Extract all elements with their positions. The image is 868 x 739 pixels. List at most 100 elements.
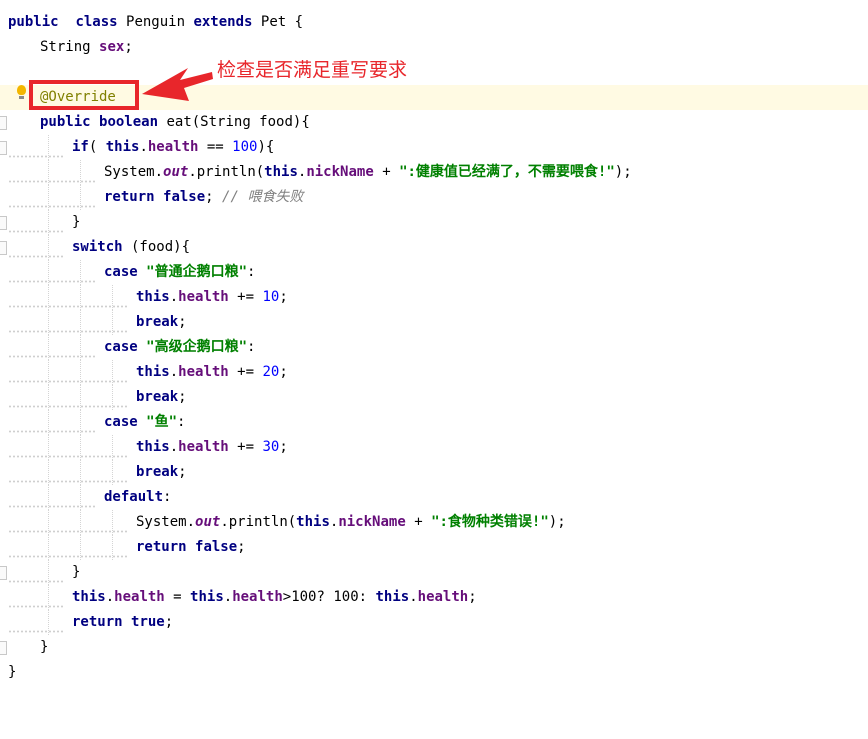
code-token: 20 — [262, 364, 280, 380]
code-token: this — [375, 589, 410, 605]
code-token: break — [136, 314, 179, 330]
code-line[interactable]: break; — [0, 385, 868, 410]
code-token: = — [164, 589, 191, 605]
code-token: break — [136, 464, 179, 480]
code-text: break; — [136, 385, 187, 410]
code-token: switch — [72, 239, 123, 255]
code-token: sex — [99, 39, 125, 55]
fold-marker-icon[interactable] — [0, 641, 7, 655]
code-line[interactable]: break; — [0, 460, 868, 485]
code-editor[interactable]: public class Penguin extends Pet {String… — [0, 0, 868, 739]
code-token: false — [163, 189, 206, 205]
code-token: += — [228, 289, 263, 305]
code-line[interactable]: this.health += 30; — [0, 435, 868, 460]
code-token: } — [40, 639, 49, 655]
code-text: case "高级企鹅口粮": — [104, 335, 255, 360]
code-text: System.out.println(this.nickName + ":食物种… — [136, 510, 566, 535]
code-text: this.health += 20; — [136, 360, 288, 385]
code-token: eat(String food){ — [158, 114, 310, 130]
code-token: ; — [178, 464, 187, 480]
fold-marker-icon[interactable] — [0, 116, 7, 130]
code-token: Pet { — [252, 14, 304, 30]
code-text: public class Penguin extends Pet { — [8, 10, 303, 35]
code-token: ){ — [257, 139, 275, 155]
code-line[interactable]: this.health = this.health>100? 100: this… — [0, 585, 868, 610]
code-token: System. — [136, 514, 196, 530]
code-line[interactable]: } — [0, 560, 868, 585]
code-line[interactable]: this.health += 10; — [0, 285, 868, 310]
code-token: . — [105, 589, 115, 605]
code-token: health — [178, 364, 229, 380]
code-line[interactable]: System.out.println(this.nickName + ":食物种… — [0, 510, 868, 535]
fold-marker-icon[interactable] — [0, 216, 7, 230]
code-token: true — [131, 614, 165, 630]
code-token: "鱼" — [146, 414, 178, 430]
code-token: ":食物种类错误!" — [431, 514, 549, 530]
whitespace-marker — [8, 305, 128, 308]
code-token: this — [190, 589, 224, 605]
code-line[interactable]: public boolean eat(String food){ — [0, 110, 868, 135]
code-line[interactable]: System.out.println(this.nickName + ":健康值… — [0, 160, 868, 185]
code-line[interactable]: break; — [0, 310, 868, 335]
whitespace-marker — [8, 380, 128, 383]
code-line[interactable]: } — [0, 635, 868, 660]
code-token: ; — [164, 614, 174, 630]
fold-marker-icon[interactable] — [0, 141, 7, 155]
code-line[interactable]: } — [0, 660, 868, 685]
whitespace-marker — [8, 205, 96, 208]
code-token: . — [223, 589, 233, 605]
code-token: if — [72, 139, 89, 155]
code-line[interactable]: return true; — [0, 610, 868, 635]
code-text: } — [8, 660, 16, 685]
code-token: += — [228, 364, 263, 380]
whitespace-marker — [8, 530, 128, 533]
code-token: health — [232, 589, 283, 605]
code-token: ; — [124, 39, 133, 55]
code-token: return — [136, 539, 187, 555]
code-text: switch (food){ — [72, 235, 190, 260]
code-text: this.health = this.health>100? 100: this… — [72, 585, 477, 610]
whitespace-marker — [8, 330, 128, 333]
code-token: // 喂食失败 — [222, 189, 304, 205]
code-line[interactable]: switch (food){ — [0, 235, 868, 260]
code-line[interactable]: case "鱼": — [0, 410, 868, 435]
code-token: String — [40, 39, 100, 55]
whitespace-marker — [8, 155, 64, 158]
code-token: 10 — [262, 289, 280, 305]
code-text: return false; — [136, 535, 246, 560]
code-text: System.out.println(this.nickName + ":健康值… — [104, 160, 632, 185]
code-token: this — [136, 289, 170, 305]
code-token: public — [8, 14, 59, 30]
whitespace-marker — [8, 630, 64, 633]
code-line[interactable]: } — [0, 210, 868, 235]
code-token: } — [72, 564, 81, 580]
code-line[interactable]: if( this.health == 100){ — [0, 135, 868, 160]
code-text: String sex; — [40, 35, 133, 60]
code-line[interactable]: default: — [0, 485, 868, 510]
whitespace-marker — [8, 230, 64, 233]
fold-marker-icon[interactable] — [0, 241, 7, 255]
code-line[interactable]: return false; — [0, 535, 868, 560]
code-token: ":健康值已经满了，不需要喂食!" — [399, 164, 615, 180]
code-token: ); — [614, 164, 632, 180]
code-token: case — [104, 339, 138, 355]
code-line[interactable]: public class Penguin extends Pet { — [0, 10, 868, 35]
code-line[interactable]: case "高级企鹅口粮": — [0, 335, 868, 360]
fold-marker-icon[interactable] — [0, 566, 7, 580]
code-line[interactable]: case "普通企鹅口粮": — [0, 260, 868, 285]
code-line[interactable]: this.health += 20; — [0, 360, 868, 385]
code-token: health — [178, 289, 229, 305]
code-token: this — [136, 364, 170, 380]
code-line[interactable]: return false; // 喂食失败 — [0, 185, 868, 210]
code-token: nickName — [338, 514, 406, 530]
whitespace-marker — [8, 605, 64, 608]
whitespace-marker — [8, 280, 96, 283]
code-token: out — [195, 514, 221, 530]
code-line[interactable]: String sex; — [0, 35, 868, 60]
intention-bulb-icon[interactable] — [17, 85, 26, 99]
whitespace-marker — [8, 355, 96, 358]
whitespace-marker — [8, 430, 96, 433]
